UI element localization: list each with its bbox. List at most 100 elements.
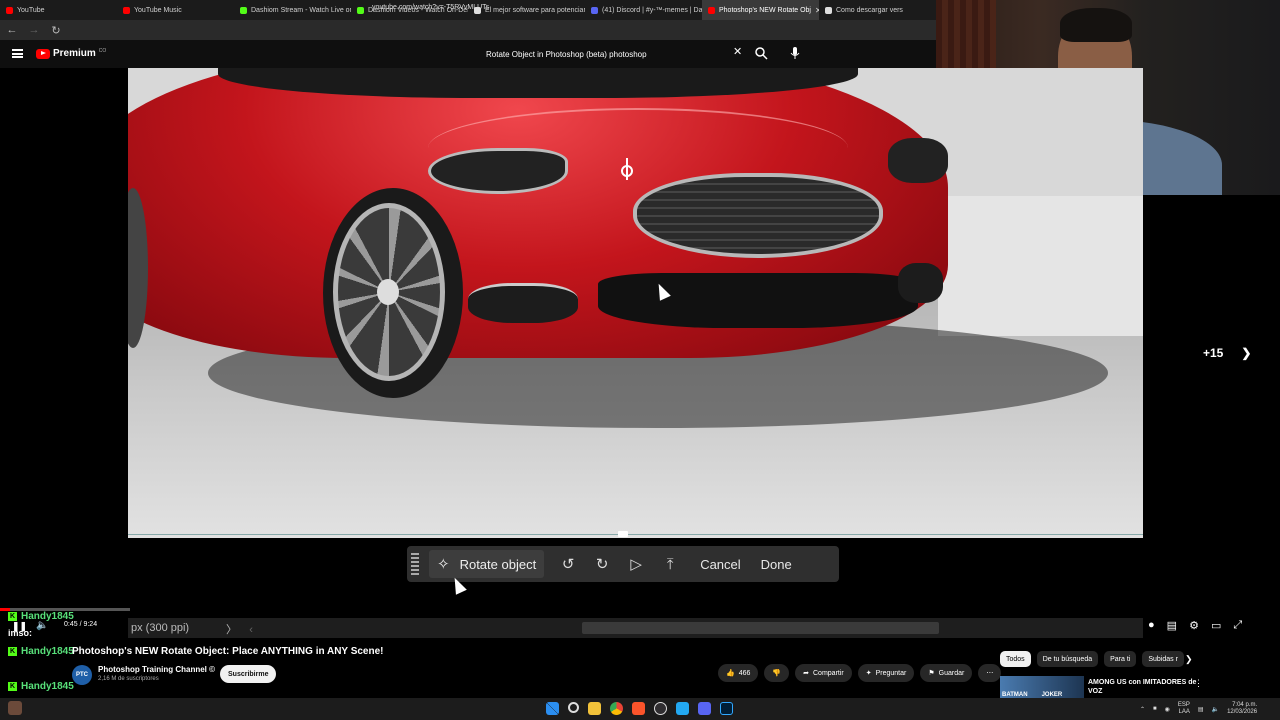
filter-chip[interactable]: Para ti (1104, 651, 1137, 667)
obs-icon[interactable] (654, 702, 667, 715)
channel-avatar[interactable]: PTC (72, 665, 92, 685)
network-icon[interactable]: ▤ (1198, 706, 1204, 713)
fullscreen-icon[interactable]: ⤢ (1233, 619, 1242, 632)
autoplay-icon[interactable]: ● (1148, 619, 1155, 632)
clear-search-icon[interactable]: ✕ (733, 45, 742, 58)
forward-icon[interactable]: → (28, 24, 40, 36)
share-button[interactable]: ➦ Compartir (795, 664, 852, 682)
discord-icon[interactable] (698, 702, 711, 715)
tab-label: Photoshop's NEW Rotate Obj (719, 6, 811, 14)
url-field[interactable]: youtube.com/watch?v=-T5RVvMLUTs (372, 4, 489, 11)
clock[interactable]: 7:04 p.m. 12/03/2026 (1227, 702, 1257, 716)
browser-tab[interactable]: Dashiom Stream - Watch Live on Kick (234, 0, 351, 20)
share-label: Compartir (813, 669, 844, 677)
filter-chip[interactable]: Todos (1000, 651, 1031, 667)
video-title: Photoshop's NEW Rotate Object: Place ANY… (72, 646, 384, 657)
kick-icon: K (8, 682, 17, 691)
car-bumper-intake (598, 273, 918, 328)
chrome-icon[interactable] (610, 702, 623, 715)
car-foglight-left (468, 283, 578, 323)
video-player[interactable] (128, 68, 1143, 538)
miniplayer-icon[interactable]: ▭ (1211, 619, 1221, 632)
dislike-button[interactable]: 👎 (764, 664, 790, 682)
browser-tab[interactable]: Como descargar vers (819, 0, 936, 20)
chips-next-icon[interactable]: ❯ (1185, 654, 1193, 665)
tab-label: Como descargar vers (836, 6, 903, 14)
more-frames-indicator[interactable]: +15 ❯ (1203, 346, 1251, 360)
microphone-icon[interactable] (788, 46, 802, 60)
chat-sub-label: imso: (8, 628, 33, 638)
rotate-object-label: Rotate object (459, 556, 537, 572)
rec-more-icon[interactable]: ⋮ (1194, 678, 1203, 689)
chat-message: K Handy1845 (8, 681, 74, 692)
cancel-button[interactable]: Cancel (700, 557, 740, 572)
youtube-logo[interactable]: Premium CO (36, 48, 106, 59)
chat-message: K Handy1845 (8, 611, 74, 622)
brave-icon[interactable] (632, 702, 645, 715)
car-foglight-right (898, 263, 943, 303)
recommended-video-thumbnail[interactable]: BATMAN JOKER (1000, 676, 1084, 700)
flip-horizontal-icon[interactable]: ▷ (626, 554, 646, 574)
reload-icon[interactable]: ↻ (50, 24, 62, 37)
browser-tab[interactable]: Photoshop's NEW Rotate Obj ✕ (702, 0, 819, 20)
sparkle-icon: ✦ (865, 670, 872, 677)
browser-tab[interactable]: YouTube Music (117, 0, 234, 20)
tray-wifi-icon[interactable]: ◉ (1165, 706, 1170, 713)
language-indicator[interactable]: ESP LAA (1178, 702, 1190, 716)
filter-chip[interactable]: De tu búsqueda (1036, 651, 1099, 667)
transform-handle[interactable] (618, 531, 628, 537)
chat-message: K Handy1845 (8, 646, 74, 657)
search-icon[interactable] (754, 46, 768, 60)
player-controls-right: ● ▤ ⚙ ▭ ⤢ (1148, 619, 1242, 632)
settings-gear-icon[interactable]: ⚙ (1189, 619, 1199, 632)
subscribe-button[interactable]: Suscribirme (220, 665, 277, 683)
youtube-play-icon (36, 48, 50, 59)
rotate-left-icon[interactable]: ↺ (558, 554, 578, 574)
drag-grip-icon[interactable] (411, 553, 419, 575)
ask-label: Preguntar (875, 669, 907, 677)
taskbar-search-icon[interactable] (568, 702, 579, 713)
car-headlight-right (888, 138, 948, 183)
channel-subscribers: 2,16 M de suscriptores (98, 676, 159, 682)
channel-name[interactable]: Photoshop Training Channel © (98, 665, 215, 674)
horizontal-scrollbar[interactable] (582, 622, 939, 634)
tray-app-icon-small[interactable]: ■ (1153, 706, 1157, 712)
lang-layout: LAA (1178, 709, 1190, 715)
status-arrow-left: ‹ (249, 624, 253, 636)
subtitles-icon[interactable]: ▤ (1167, 619, 1177, 632)
tray-app-icon[interactable] (8, 701, 22, 715)
volume-tray-icon[interactable]: 🔈 (1212, 706, 1219, 713)
windows-start-icon[interactable] (546, 702, 559, 715)
video-actions: 👍 466 👎 ➦ Compartir ✦ Preguntar ⚑ Guardar ⋯ (718, 664, 1002, 682)
save-button[interactable]: ⚑ Guardar (920, 664, 973, 682)
rotate-right-icon[interactable]: ↻ (592, 554, 612, 574)
tray-chevron-icon[interactable]: ⌃ (1140, 706, 1145, 713)
back-icon[interactable]: ← (6, 24, 18, 36)
chat-username: Handy1845 (21, 646, 74, 657)
rotate-3d-icon: ✧ (437, 556, 450, 573)
kick-icon: K (8, 612, 17, 621)
search-input[interactable]: Rotate Object in Photoshop (beta) photos… (476, 44, 748, 64)
filter-chip[interactable]: Subidas r (1142, 651, 1184, 667)
vscode-icon[interactable] (676, 702, 689, 715)
like-button[interactable]: 👍 466 (718, 664, 759, 682)
file-explorer-icon[interactable] (588, 702, 601, 715)
recommended-video-title[interactable]: AMONG US con IMITADORES de VOZ (1088, 678, 1198, 696)
rotate-object-button[interactable]: ✧ Rotate object (429, 550, 545, 578)
rotation-handle[interactable] (621, 165, 633, 177)
flip-vertical-icon[interactable]: ⤒ (660, 554, 680, 574)
tab-favicon-icon (591, 6, 598, 14)
menu-icon[interactable] (12, 49, 23, 58)
taskbar-apps (546, 702, 733, 715)
chevron-right-icon[interactable]: ❯ (1241, 346, 1251, 360)
more-actions-button[interactable]: ⋯ (978, 664, 1002, 682)
photoshop-icon[interactable] (720, 702, 733, 715)
browser-tab[interactable]: (41) Discord | #y-™-memes | Dashi (585, 0, 702, 20)
car-headlight-left (428, 148, 568, 194)
status-arrow-icon[interactable]: 〉 ‹ (226, 621, 253, 637)
ask-button[interactable]: ✦ Preguntar (857, 664, 915, 682)
browser-tab[interactable]: YouTube (0, 0, 117, 20)
done-button[interactable]: Done (761, 557, 792, 572)
thumbs-up-icon: 👍 (726, 670, 735, 677)
youtube-premium-word: Premium (53, 48, 96, 59)
